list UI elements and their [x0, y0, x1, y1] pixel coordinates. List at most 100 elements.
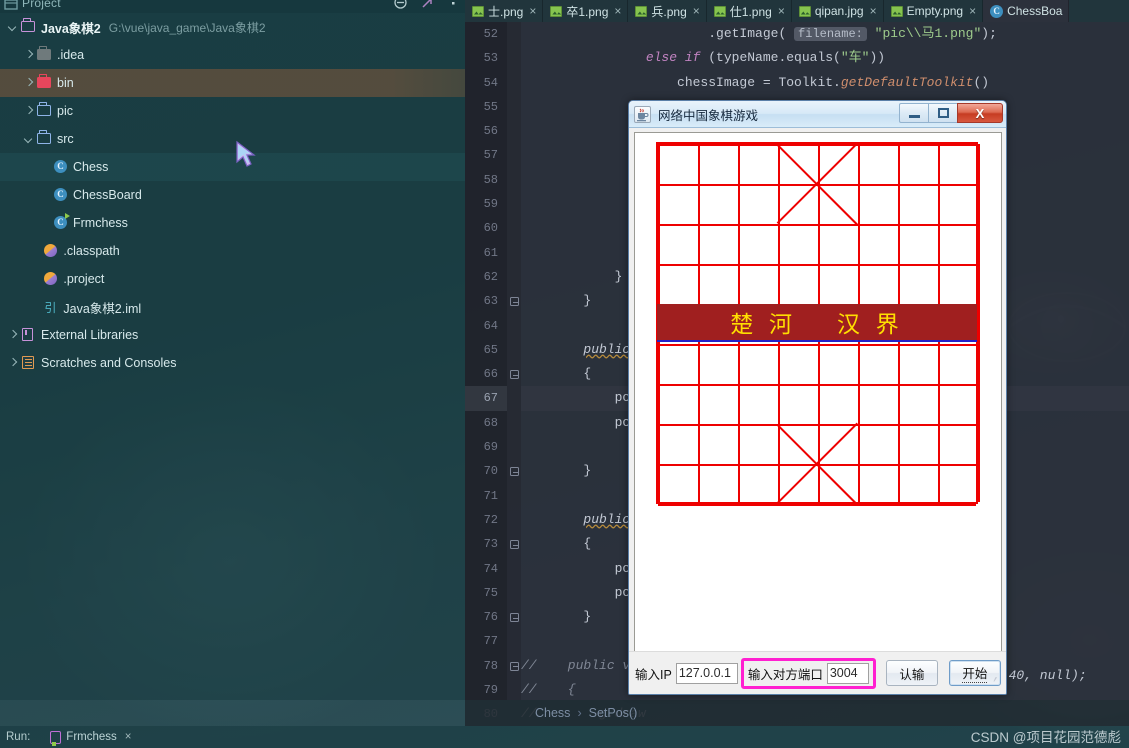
board-vertical-line: [978, 144, 980, 502]
tree-item-java-2[interactable]: Java象棋2 G:\vue\java_game\Java象棋2: [0, 13, 465, 41]
run-configuration-icon: [50, 730, 62, 746]
close-icon[interactable]: ×: [969, 5, 976, 17]
editor-fold-column: [507, 22, 521, 700]
resign-button-label: 认输: [899, 667, 925, 682]
line-number: 60: [483, 221, 498, 236]
tree-item-scratches-and-consoles[interactable]: Scratches and Consoles: [0, 349, 465, 377]
tree-item-label: .project: [63, 272, 105, 286]
tree-item-idea[interactable]: .idea: [0, 41, 465, 69]
breadcrumb-item[interactable]: SetPos(): [589, 706, 638, 720]
editor-line-gutter: 52 53 54 55 56 57 58 59 60 61 62 63 64 65 66 67 68 69 70 71…: [465, 22, 507, 721]
editor-tab-empty-png[interactable]: Empty.png ×: [884, 0, 984, 22]
editor-tab--png[interactable]: 兵.png ×: [628, 0, 707, 22]
code-fold-toggle[interactable]: [510, 540, 519, 550]
close-icon[interactable]: ×: [614, 5, 621, 17]
editor-tab--png[interactable]: 士.png ×: [465, 0, 544, 22]
editor-tab-label: 兵.png: [651, 4, 687, 19]
start-button-label: 开始: [962, 663, 988, 683]
editor-tab-chessboa[interactable]: C ChessBoa: [983, 0, 1070, 22]
java-class-icon: C: [52, 159, 70, 175]
line-number: 54: [483, 75, 498, 90]
close-icon[interactable]: ×: [778, 5, 785, 17]
code-line: else if (typeName.equals("车")): [645, 50, 886, 66]
code-fold-toggle[interactable]: [510, 297, 519, 307]
tree-item-pic[interactable]: pic: [0, 97, 465, 125]
maximize-button[interactable]: [928, 103, 957, 123]
editor-tab-label: qipan.jpg: [814, 4, 864, 18]
breadcrumb-item[interactable]: Chess: [535, 706, 570, 720]
image-file-icon: [713, 5, 726, 17]
chevron-right-icon[interactable]: [6, 328, 20, 342]
editor-tab--1-png[interactable]: 仕1.png ×: [707, 0, 792, 22]
line-number: 57: [483, 148, 498, 163]
chevron-right-icon[interactable]: [6, 356, 20, 370]
board-horizontal-line: [658, 264, 976, 266]
tree-item-chess[interactable]: C Chess: [0, 153, 465, 181]
close-icon[interactable]: ×: [529, 5, 536, 17]
tree-item-project[interactable]: .project: [0, 265, 465, 293]
chess-game-window: 网络中国象棋游戏 X 楚 河 汉 界 输入IP 127.0.0.1 输入对方端口…: [628, 100, 1007, 695]
tree-item-frmchess[interactable]: C Frmchess: [0, 209, 465, 237]
line-number: 73: [483, 537, 498, 552]
tree-item-path: G:\vue\java_game\Java象棋2: [108, 20, 266, 35]
line-number: 63: [483, 294, 498, 309]
screen-root: Project Java象棋2 G:\vue\java_game\Java象棋2.…: [0, 0, 1129, 748]
run-tab-label: Frmchess: [66, 731, 117, 743]
resign-button[interactable]: 认输: [885, 660, 938, 686]
chevron-down-icon[interactable]: [22, 132, 36, 146]
editor-tab-label: Empty.png: [906, 4, 964, 18]
close-button[interactable]: X: [957, 103, 1003, 123]
line-number: 56: [483, 124, 498, 139]
editor-tab--1-png[interactable]: 卒1.png ×: [543, 0, 629, 22]
close-icon[interactable]: ×: [693, 5, 700, 17]
chevron-down-icon[interactable]: [6, 20, 20, 34]
tree-item-external-libraries[interactable]: External Libraries: [0, 321, 465, 349]
chevron-right-icon[interactable]: [22, 48, 36, 62]
run-tab-frmchess[interactable]: Frmchess ×: [50, 730, 132, 746]
tree-item-src[interactable]: src: [0, 125, 465, 153]
image-file-icon: [635, 5, 648, 17]
line-number: 79: [483, 683, 498, 698]
chevron-right-icon[interactable]: [22, 104, 36, 118]
line-number: 69: [483, 440, 498, 455]
project-sidebar: Project Java象棋2 G:\vue\java_game\Java象棋2.…: [0, 0, 465, 700]
tree-item-label: Scratches and Consoles: [41, 356, 177, 370]
code-fold-toggle[interactable]: [510, 370, 519, 380]
editor-tab-qipan-jpg[interactable]: qipan.jpg ×: [792, 0, 884, 22]
java-class-icon: C: [52, 187, 70, 203]
ip-input[interactable]: 127.0.0.1: [675, 662, 738, 684]
image-file-icon: [890, 5, 903, 17]
close-icon[interactable]: ×: [125, 731, 132, 743]
port-field-highlight: 输入对方端口 3004: [740, 657, 876, 689]
close-icon[interactable]: ×: [870, 5, 877, 17]
hide-panel-icon[interactable]: [421, 0, 433, 9]
board-horizontal-line: [658, 344, 976, 346]
line-number: 59: [483, 197, 498, 212]
board-horizontal-line: [658, 144, 976, 146]
line-number: 77: [483, 634, 498, 649]
chevron-right-icon[interactable]: [22, 76, 36, 90]
code-fold-toggle[interactable]: [510, 467, 519, 477]
code-fold-toggle[interactable]: [510, 613, 519, 623]
port-input[interactable]: 3004: [826, 662, 869, 684]
window-title-bar[interactable]: 网络中国象棋游戏 X: [629, 101, 1006, 128]
editor-tab-label: 仕1.png: [729, 4, 772, 19]
more-options-icon[interactable]: [447, 0, 459, 9]
board-canvas[interactable]: 楚 河 汉 界: [634, 132, 1002, 653]
river-right-text: 汉 界: [837, 312, 904, 337]
collapse-all-icon[interactable]: [394, 0, 407, 9]
tree-item-java-2-iml[interactable]: 引 Java象棋2.iml: [0, 293, 465, 321]
xiangqi-board[interactable]: 楚 河 汉 界: [656, 142, 980, 506]
minimize-button[interactable]: [899, 103, 928, 123]
line-number: 52: [483, 27, 498, 41]
project-panel-header: Project: [0, 0, 465, 13]
tree-item-chessboard[interactable]: C ChessBoard: [0, 181, 465, 209]
code-line: .getImage( filename: "pic\\马1.png");: [521, 26, 997, 41]
tree-item-classpath[interactable]: .classpath: [0, 237, 465, 265]
line-number: 70: [483, 464, 498, 479]
tree-item-bin[interactable]: bin: [0, 69, 465, 97]
code-fold-toggle[interactable]: [510, 661, 519, 671]
